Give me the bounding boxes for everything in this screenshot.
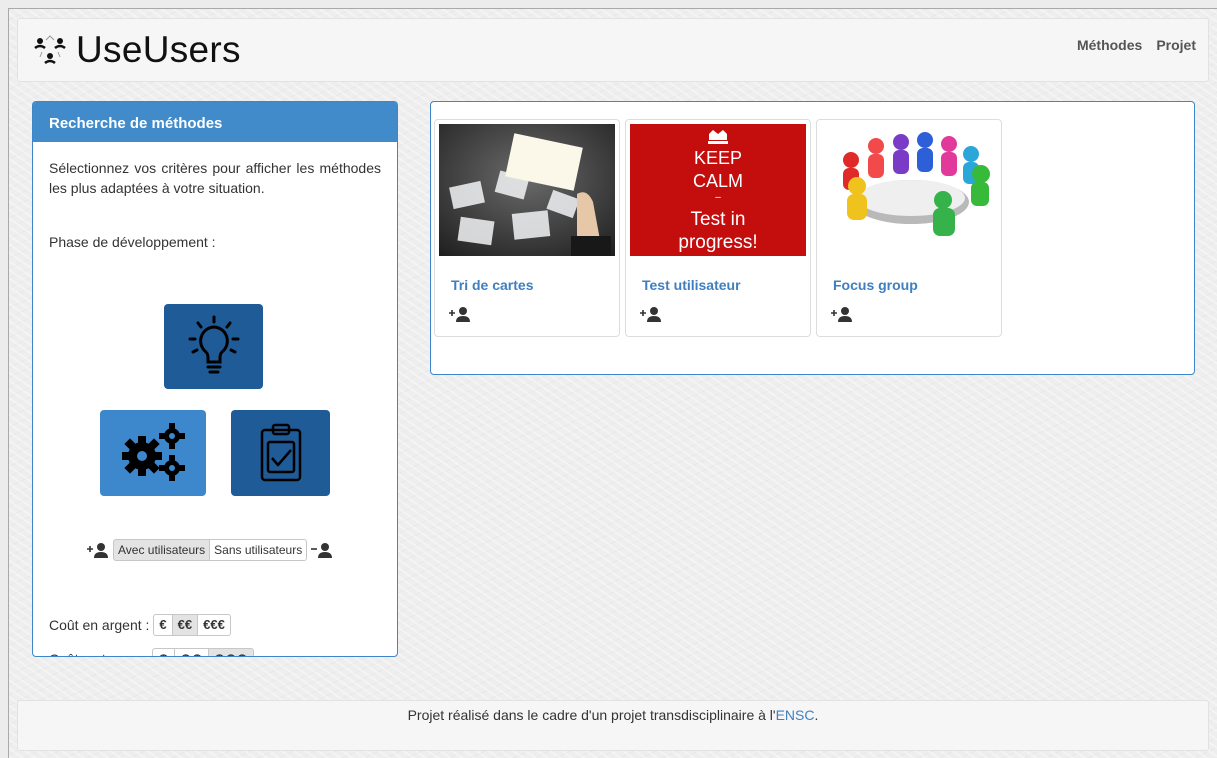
method-card[interactable]: Tri de cartes <box>434 119 620 337</box>
progress-text: progress! <box>678 232 757 253</box>
method-card[interactable]: Focus group <box>816 119 1002 337</box>
lightbulb-icon <box>188 315 239 373</box>
footer: Projet réalisé dans le cadre d'un projet… <box>17 700 1209 751</box>
method-card[interactable]: KEEP CALM – Test in progress! Test utili… <box>625 119 811 337</box>
users-filter: Avec utilisateurs Sans utilisateurs <box>87 539 333 561</box>
money-cost-high-button[interactable]: €€€ <box>198 614 231 636</box>
search-intro: Sélectionnez vos critères pour afficher … <box>49 160 381 196</box>
brand-title: UseUsers <box>76 29 241 70</box>
brand[interactable]: UseUsers <box>32 29 241 71</box>
results-panel: Tri de cartes KEEP CALM – Test in progre… <box>430 101 1195 375</box>
time-cost-filter: Coût en temps : ◷ ◷◷ ◷◷◷ <box>49 648 254 656</box>
method-name-tri-de-cartes[interactable]: Tri de cartes <box>451 277 534 293</box>
money-cost-medium-button[interactable]: €€ <box>172 614 199 636</box>
keep-text: KEEP <box>694 148 742 168</box>
add-user-icon <box>640 307 661 322</box>
add-user-icon <box>831 307 852 322</box>
search-panel: Recherche de méthodes Sélectionnez vos c… <box>32 101 398 657</box>
footer-end: . <box>814 707 819 723</box>
add-user-icon <box>87 543 108 558</box>
money-cost-filter: Coût en argent : € €€ €€€ <box>49 614 231 636</box>
search-panel-body: Sélectionnez vos critères pour afficher … <box>33 142 397 656</box>
without-users-button[interactable]: Sans utilisateurs <box>210 539 308 561</box>
time-cost-toggle: ◷ ◷◷ ◷◷◷ <box>151 648 254 656</box>
money-cost-low-button[interactable]: € <box>153 614 173 636</box>
money-cost-label: Coût en argent : <box>49 617 150 633</box>
ensc-link[interactable]: ENSC <box>776 707 815 723</box>
money-cost-toggle: € €€ €€€ <box>153 614 231 636</box>
phase-idea-button[interactable] <box>164 304 263 389</box>
navbar: UseUsers Méthodes Projet <box>17 18 1209 82</box>
card-sorting-image <box>439 124 615 256</box>
dash-text: – <box>715 192 721 203</box>
time-cost-low-button[interactable]: ◷ <box>151 648 176 656</box>
add-user-icon <box>449 307 470 322</box>
nav-link-projet[interactable]: Projet <box>1156 37 1196 53</box>
focus-group-image <box>821 124 997 256</box>
nav-links: Méthodes Projet <box>1077 37 1196 53</box>
keep-calm-image: KEEP CALM – Test in progress! <box>630 124 806 256</box>
time-cost-label: Coût en temps : <box>49 649 148 656</box>
calm-text: CALM <box>693 171 743 191</box>
nav-link-methodes[interactable]: Méthodes <box>1077 37 1142 53</box>
phase-evaluation-button[interactable] <box>231 410 330 496</box>
clipboard-check-icon <box>260 423 301 482</box>
footer-text: Projet réalisé dans le cadre d'un projet… <box>407 707 776 723</box>
phase-development-button[interactable] <box>100 410 206 496</box>
with-users-button[interactable]: Avec utilisateurs <box>113 539 211 561</box>
remove-user-icon <box>311 543 333 558</box>
test-in-text: Test in <box>691 209 746 230</box>
search-panel-title: Recherche de méthodes <box>33 102 397 142</box>
phase-label: Phase de développement : <box>49 234 216 250</box>
users-toggle: Avec utilisateurs Sans utilisateurs <box>113 539 308 561</box>
logo-icon <box>34 35 66 65</box>
gears-icon <box>122 423 185 481</box>
time-cost-high-button[interactable]: ◷◷◷ <box>208 648 254 656</box>
method-name-focus-group[interactable]: Focus group <box>833 277 918 293</box>
time-cost-medium-button[interactable]: ◷◷ <box>175 648 209 656</box>
method-name-test-utilisateur[interactable]: Test utilisateur <box>642 277 741 293</box>
